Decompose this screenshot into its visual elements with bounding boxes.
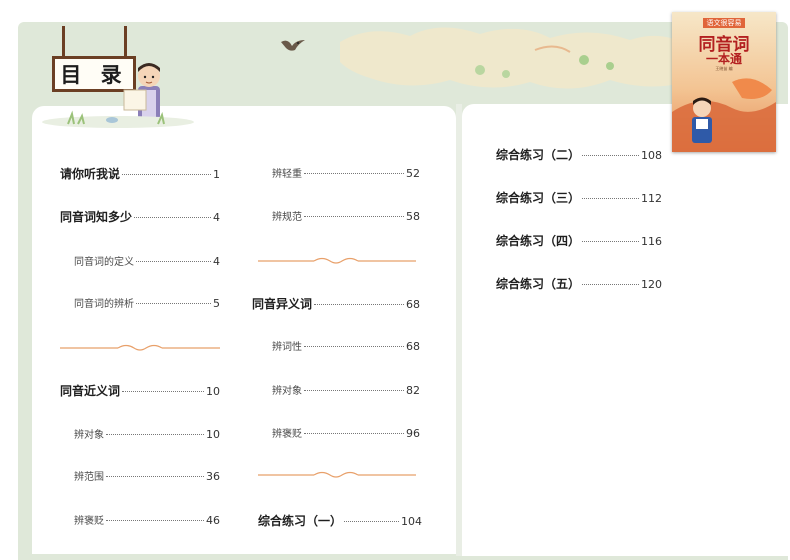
toc-leader-dots <box>136 261 211 262</box>
toc-leader-dots <box>304 173 404 174</box>
toc-entry[interactable]: 辨词性 68 <box>272 338 420 353</box>
toc-leader-dots <box>304 390 404 391</box>
toc-entry-page: 36 <box>206 470 220 483</box>
toc-entry-page: 104 <box>401 515 422 528</box>
toc-entry[interactable]: 综合练习（二） 108 <box>496 146 662 163</box>
toc-entry-title: 辨褒贬 <box>272 429 302 440</box>
cover-illustration <box>672 78 776 152</box>
toc-entry-page: 82 <box>406 384 420 397</box>
toc-entry-page: 68 <box>406 340 420 353</box>
toc-leader-dots <box>344 521 399 522</box>
toc-entry[interactable]: 同音近义词 10 <box>60 382 220 399</box>
toc-entry-page: 120 <box>641 278 662 291</box>
toc-entry-page: 10 <box>206 428 220 441</box>
toc-entry-page: 10 <box>206 385 220 398</box>
toc-leader-dots <box>304 346 404 347</box>
toc-leader-dots <box>122 391 204 392</box>
toc-entry-page: 52 <box>406 167 420 180</box>
toc-leader-dots <box>582 155 639 156</box>
toc-entry-page: 68 <box>406 298 420 311</box>
toc-entry-title: 同音近义词 <box>60 384 121 398</box>
toc-entry[interactable]: 同音词知多少 4 <box>60 208 220 225</box>
toc-leader-dots <box>134 217 211 218</box>
toc-entry-title: 同音异义词 <box>252 297 313 311</box>
toc-leader-dots <box>106 476 204 477</box>
grass-decoration <box>42 110 194 128</box>
toc-entry-title: 同音词的定义 <box>74 257 134 268</box>
sign-post-left <box>62 26 65 58</box>
toc-entry-title: 综合练习（四） <box>496 234 581 248</box>
toc-entry-page: 5 <box>213 297 220 310</box>
toc-entry-page: 4 <box>213 211 220 224</box>
book-cover-thumbnail: 语文很容易 同音词 一本通 王晓苗 编 <box>672 12 776 152</box>
page-title: 目 录 <box>60 63 128 87</box>
toc-leader-dots <box>582 284 639 285</box>
toc-leader-dots <box>106 434 204 435</box>
toc-entry-title: 辨规范 <box>272 212 302 223</box>
toc-entry[interactable]: 辨对象 82 <box>272 382 420 397</box>
toc-entry-title: 辨对象 <box>74 430 104 441</box>
toc-entry[interactable]: 辨褒贬 96 <box>272 425 420 440</box>
toc-leader-dots <box>136 303 211 304</box>
toc-entry-title: 辨词性 <box>272 342 302 353</box>
toc-entry[interactable]: 综合练习（四） 116 <box>496 232 662 249</box>
toc-entry[interactable]: 辨褒贬 46 <box>74 512 220 527</box>
sign-post-right <box>124 26 127 58</box>
toc-entry-title: 综合练习（二） <box>496 148 581 162</box>
toc-leader-dots <box>106 520 204 521</box>
toc-entry-page: 96 <box>406 427 420 440</box>
toc-entry[interactable]: 综合练习（一） 104 <box>258 512 422 529</box>
toc-entry-title: 辨褒贬 <box>74 516 104 527</box>
toc-entry[interactable]: 辨规范 58 <box>272 208 420 223</box>
toc-entry-page: 58 <box>406 210 420 223</box>
toc-entry-title: 综合练习（五） <box>496 277 581 291</box>
bird-icon <box>281 40 305 51</box>
toc-entry[interactable]: 综合练习（三） 112 <box>496 189 662 206</box>
toc-entry-title: 同音词的辨析 <box>74 299 134 310</box>
toc-entry[interactable]: 辨轻重 52 <box>272 165 420 180</box>
toc-entry-title: 综合练习（一） <box>258 514 343 528</box>
toc-leader-dots <box>582 241 639 242</box>
toc-entry-title: 辨轻重 <box>272 169 302 180</box>
ornamental-divider <box>60 344 220 351</box>
toc-entry[interactable]: 辨对象 10 <box>74 426 220 441</box>
toc-entry-title: 请你听我说 <box>60 167 121 181</box>
toc-leader-dots <box>304 433 404 434</box>
right-page <box>462 104 788 556</box>
toc-entry-page: 46 <box>206 514 220 527</box>
toc-entry[interactable]: 同音词的辨析 5 <box>74 295 220 310</box>
toc-leader-dots <box>314 304 404 305</box>
cloud-decoration <box>340 27 685 89</box>
toc-entry[interactable]: 请你听我说 1 <box>60 165 220 182</box>
ornamental-divider <box>258 471 416 478</box>
toc-leader-dots <box>582 198 639 199</box>
toc-entry[interactable]: 综合练习（五） 120 <box>496 275 662 292</box>
ornamental-divider <box>258 257 416 264</box>
toc-entry-page: 1 <box>213 168 220 181</box>
toc-leader-dots <box>122 174 211 175</box>
cover-series-tag: 语文很容易 <box>703 18 745 28</box>
toc-entry-page: 116 <box>641 235 662 248</box>
toc-entry[interactable]: 辨范围 36 <box>74 468 220 483</box>
toc-entry-page: 112 <box>641 192 662 205</box>
toc-entry-title: 同音词知多少 <box>60 210 133 224</box>
toc-leader-dots <box>304 216 404 217</box>
cover-subtitle: 一本通 <box>705 52 742 66</box>
toc-entry-title: 辨范围 <box>74 472 104 483</box>
toc-entry[interactable]: 同音异义词 68 <box>252 295 420 312</box>
toc-entry-page: 4 <box>213 255 220 268</box>
toc-entry-page: 108 <box>641 149 662 162</box>
toc-entry[interactable]: 同音词的定义 4 <box>74 253 220 268</box>
toc-entry-title: 辨对象 <box>272 386 302 397</box>
toc-entry-title: 综合练习（三） <box>496 191 581 205</box>
